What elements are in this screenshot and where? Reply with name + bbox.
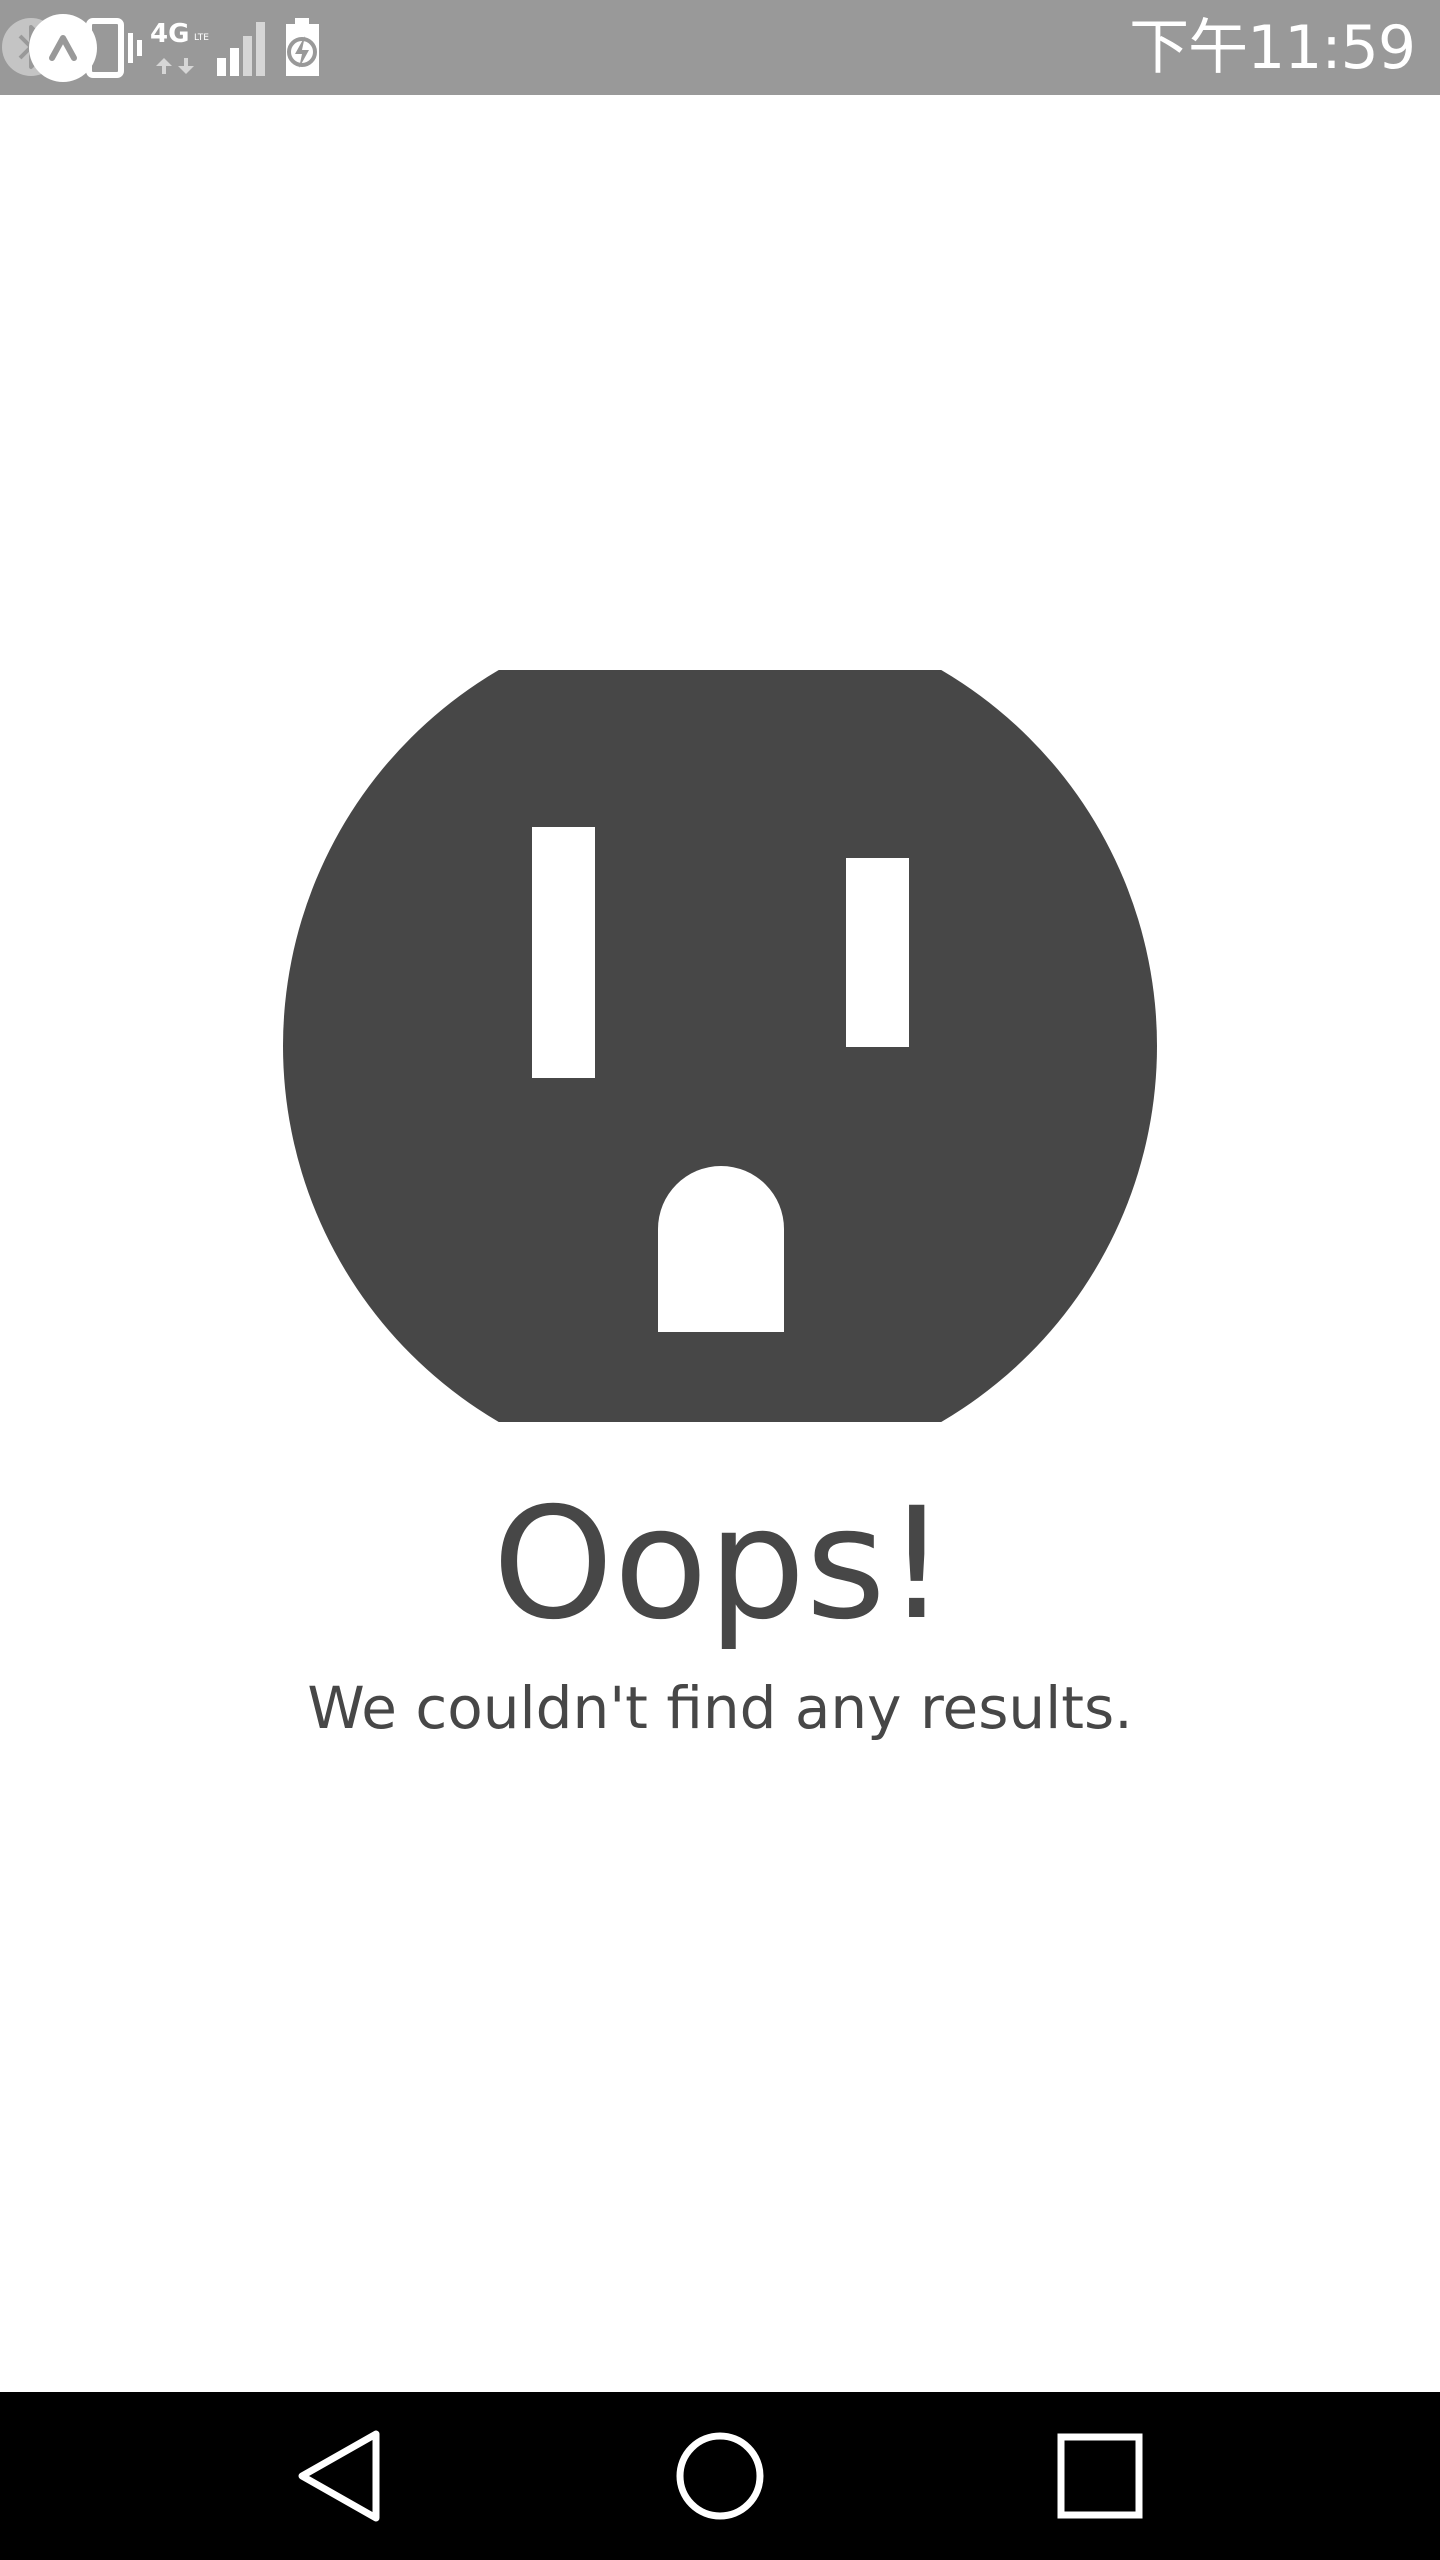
- back-icon: [298, 2430, 380, 2522]
- app-notification-icon: [29, 14, 97, 82]
- status-clock: 下午11:59: [1129, 13, 1416, 83]
- network-sublabel: LTE: [194, 33, 209, 43]
- home-button[interactable]: [620, 2392, 820, 2560]
- empty-state: Oops! We couldn't find any results.: [0, 95, 1440, 2392]
- navigation-bar: [0, 2392, 1440, 2560]
- recents-icon: [1057, 2433, 1143, 2519]
- recents-button[interactable]: [1000, 2392, 1200, 2560]
- back-button[interactable]: [240, 2392, 440, 2560]
- home-icon: [676, 2432, 764, 2520]
- power-outlet-icon: [283, 670, 1157, 1422]
- network-label: 4G: [150, 19, 189, 49]
- empty-state-message: We couldn't find any results.: [307, 1674, 1133, 1742]
- empty-state-title: Oops!: [492, 1475, 948, 1654]
- screen: 4G LTE 下午11:59 Oops! We couldn't find an…: [0, 0, 1440, 2560]
- status-bar: 4G LTE 下午11:59: [0, 0, 1440, 95]
